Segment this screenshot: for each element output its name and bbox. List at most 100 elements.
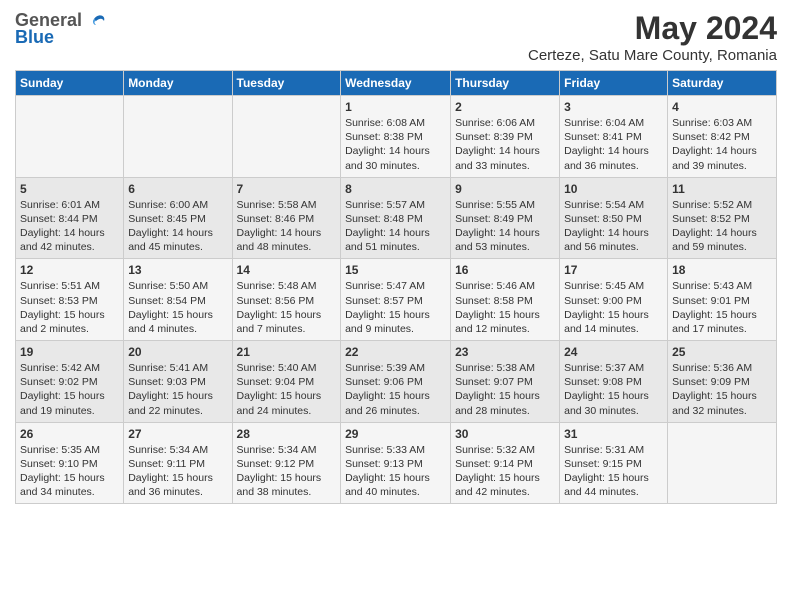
logo-bird-icon [84, 11, 106, 31]
day-number: 24 [564, 345, 663, 359]
header-sunday: Sunday [16, 71, 124, 96]
day-info: Sunrise: 5:38 AM Sunset: 9:07 PM Dayligh… [455, 361, 555, 418]
day-info: Sunrise: 5:47 AM Sunset: 8:57 PM Dayligh… [345, 279, 446, 336]
day-info: Sunrise: 5:36 AM Sunset: 9:09 PM Dayligh… [672, 361, 772, 418]
day-info: Sunrise: 6:08 AM Sunset: 8:38 PM Dayligh… [345, 116, 446, 173]
day-cell: 9 Sunrise: 5:55 AM Sunset: 8:49 PM Daylig… [451, 177, 560, 259]
day-info: Sunrise: 5:55 AM Sunset: 8:49 PM Dayligh… [455, 198, 555, 255]
day-cell: 23Sunrise: 5:38 AM Sunset: 9:07 PM Dayli… [451, 341, 560, 423]
day-info: Sunrise: 5:45 AM Sunset: 9:00 PM Dayligh… [564, 279, 663, 336]
title-block: May 2024 Certeze, Satu Mare County, Roma… [528, 10, 777, 64]
day-info: Sunrise: 5:32 AM Sunset: 9:14 PM Dayligh… [455, 443, 555, 500]
day-cell: 18 Sunrise: 5:43 AM Sunset: 9:01 PM Dayli… [668, 259, 777, 341]
week-row-2: 5 Sunrise: 6:01 AM Sunset: 8:44 PM Daylig… [16, 177, 777, 259]
day-info: Sunrise: 6:06 AM Sunset: 8:39 PM Dayligh… [455, 116, 555, 173]
day-cell: 11 Sunrise: 5:52 AM Sunset: 8:52 PM Dayli… [668, 177, 777, 259]
day-cell [232, 96, 341, 178]
day-number: 21 [237, 345, 337, 359]
day-info: Sunrise: 6:01 AM Sunset: 8:44 PM Dayligh… [20, 198, 119, 255]
day-number: 8 [345, 182, 446, 196]
day-info: Sunrise: 6:03 AM Sunset: 8:42 PM Dayligh… [672, 116, 772, 173]
day-cell: 15 Sunrise: 5:47 AM Sunset: 8:57 PM Dayli… [341, 259, 451, 341]
day-number: 27 [128, 427, 227, 441]
header-friday: Friday [560, 71, 668, 96]
day-info: Sunrise: 5:34 AM Sunset: 9:12 PM Dayligh… [237, 443, 337, 500]
day-cell: 14 Sunrise: 5:48 AM Sunset: 8:56 PM Dayli… [232, 259, 341, 341]
day-cell: 22 Sunrise: 5:39 AM Sunset: 9:06 PM Dayli… [341, 341, 451, 423]
day-info: Sunrise: 5:37 AM Sunset: 9:08 PM Dayligh… [564, 361, 663, 418]
day-number: 13 [128, 263, 227, 277]
day-info: Sunrise: 5:50 AM Sunset: 8:54 PM Dayligh… [128, 279, 227, 336]
day-cell: 5 Sunrise: 6:01 AM Sunset: 8:44 PM Daylig… [16, 177, 124, 259]
day-cell: 19 Sunrise: 5:42 AM Sunset: 9:02 PM Dayli… [16, 341, 124, 423]
day-number: 16 [455, 263, 555, 277]
day-number: 22 [345, 345, 446, 359]
day-info: Sunrise: 5:34 AM Sunset: 9:11 PM Dayligh… [128, 443, 227, 500]
day-number: 15 [345, 263, 446, 277]
day-number: 2 [455, 100, 555, 114]
day-number: 14 [237, 263, 337, 277]
day-number: 6 [128, 182, 227, 196]
day-number: 20 [128, 345, 227, 359]
day-number: 18 [672, 263, 772, 277]
day-info: Sunrise: 5:35 AM Sunset: 9:10 PM Dayligh… [20, 443, 119, 500]
day-number: 5 [20, 182, 119, 196]
day-cell: 4 Sunrise: 6:03 AM Sunset: 8:42 PM Daylig… [668, 96, 777, 178]
day-info: Sunrise: 6:00 AM Sunset: 8:45 PM Dayligh… [128, 198, 227, 255]
day-number: 31 [564, 427, 663, 441]
day-info: Sunrise: 5:52 AM Sunset: 8:52 PM Dayligh… [672, 198, 772, 255]
day-number: 29 [345, 427, 446, 441]
logo: General Blue [15, 10, 106, 48]
day-cell: 16 Sunrise: 5:46 AM Sunset: 8:58 PM Dayli… [451, 259, 560, 341]
day-number: 17 [564, 263, 663, 277]
header-tuesday: Tuesday [232, 71, 341, 96]
day-info: Sunrise: 5:41 AM Sunset: 9:03 PM Dayligh… [128, 361, 227, 418]
week-row-4: 19 Sunrise: 5:42 AM Sunset: 9:02 PM Dayli… [16, 341, 777, 423]
day-info: Sunrise: 5:58 AM Sunset: 8:46 PM Dayligh… [237, 198, 337, 255]
day-cell: 28 Sunrise: 5:34 AM Sunset: 9:12 PM Dayli… [232, 422, 341, 504]
day-info: Sunrise: 5:48 AM Sunset: 8:56 PM Dayligh… [237, 279, 337, 336]
day-number: 25 [672, 345, 772, 359]
day-cell: 12Sunrise: 5:51 AM Sunset: 8:53 PM Dayli… [16, 259, 124, 341]
day-info: Sunrise: 5:42 AM Sunset: 9:02 PM Dayligh… [20, 361, 119, 418]
day-info: Sunrise: 5:43 AM Sunset: 9:01 PM Dayligh… [672, 279, 772, 336]
day-cell: 26Sunrise: 5:35 AM Sunset: 9:10 PM Dayli… [16, 422, 124, 504]
day-cell: 13 Sunrise: 5:50 AM Sunset: 8:54 PM Dayli… [124, 259, 232, 341]
day-cell: 30 Sunrise: 5:32 AM Sunset: 9:14 PM Dayli… [451, 422, 560, 504]
day-cell: 1 Sunrise: 6:08 AM Sunset: 8:38 PM Daylig… [341, 96, 451, 178]
day-number: 4 [672, 100, 772, 114]
day-cell: 20 Sunrise: 5:41 AM Sunset: 9:03 PM Dayli… [124, 341, 232, 423]
day-number: 11 [672, 182, 772, 196]
day-number: 9 [455, 182, 555, 196]
day-info: Sunrise: 5:40 AM Sunset: 9:04 PM Dayligh… [237, 361, 337, 418]
header-thursday: Thursday [451, 71, 560, 96]
day-cell: 31 Sunrise: 5:31 AM Sunset: 9:15 PM Dayli… [560, 422, 668, 504]
day-info: Sunrise: 5:31 AM Sunset: 9:15 PM Dayligh… [564, 443, 663, 500]
day-number: 3 [564, 100, 663, 114]
week-row-1: 1 Sunrise: 6:08 AM Sunset: 8:38 PM Daylig… [16, 96, 777, 178]
calendar-table: SundayMondayTuesdayWednesdayThursdayFrid… [15, 70, 777, 504]
day-cell: 7 Sunrise: 5:58 AM Sunset: 8:46 PM Daylig… [232, 177, 341, 259]
day-info: Sunrise: 5:39 AM Sunset: 9:06 PM Dayligh… [345, 361, 446, 418]
day-cell: 24 Sunrise: 5:37 AM Sunset: 9:08 PM Dayli… [560, 341, 668, 423]
day-number: 28 [237, 427, 337, 441]
day-cell: 17 Sunrise: 5:45 AM Sunset: 9:00 PM Dayli… [560, 259, 668, 341]
page-header: General Blue May 2024 Certeze, Satu Mare… [15, 10, 777, 64]
day-cell [16, 96, 124, 178]
header-saturday: Saturday [668, 71, 777, 96]
day-number: 1 [345, 100, 446, 114]
day-cell: 2 Sunrise: 6:06 AM Sunset: 8:39 PM Daylig… [451, 96, 560, 178]
calendar-subtitle: Certeze, Satu Mare County, Romania [528, 47, 777, 64]
day-info: Sunrise: 5:54 AM Sunset: 8:50 PM Dayligh… [564, 198, 663, 255]
header-row: SundayMondayTuesdayWednesdayThursdayFrid… [16, 71, 777, 96]
week-row-3: 12Sunrise: 5:51 AM Sunset: 8:53 PM Dayli… [16, 259, 777, 341]
day-number: 7 [237, 182, 337, 196]
day-cell [124, 96, 232, 178]
day-number: 30 [455, 427, 555, 441]
day-cell: 6 Sunrise: 6:00 AM Sunset: 8:45 PM Daylig… [124, 177, 232, 259]
day-number: 12 [20, 263, 119, 277]
calendar-title: May 2024 [528, 10, 777, 47]
day-info: Sunrise: 5:46 AM Sunset: 8:58 PM Dayligh… [455, 279, 555, 336]
day-number: 10 [564, 182, 663, 196]
day-number: 19 [20, 345, 119, 359]
